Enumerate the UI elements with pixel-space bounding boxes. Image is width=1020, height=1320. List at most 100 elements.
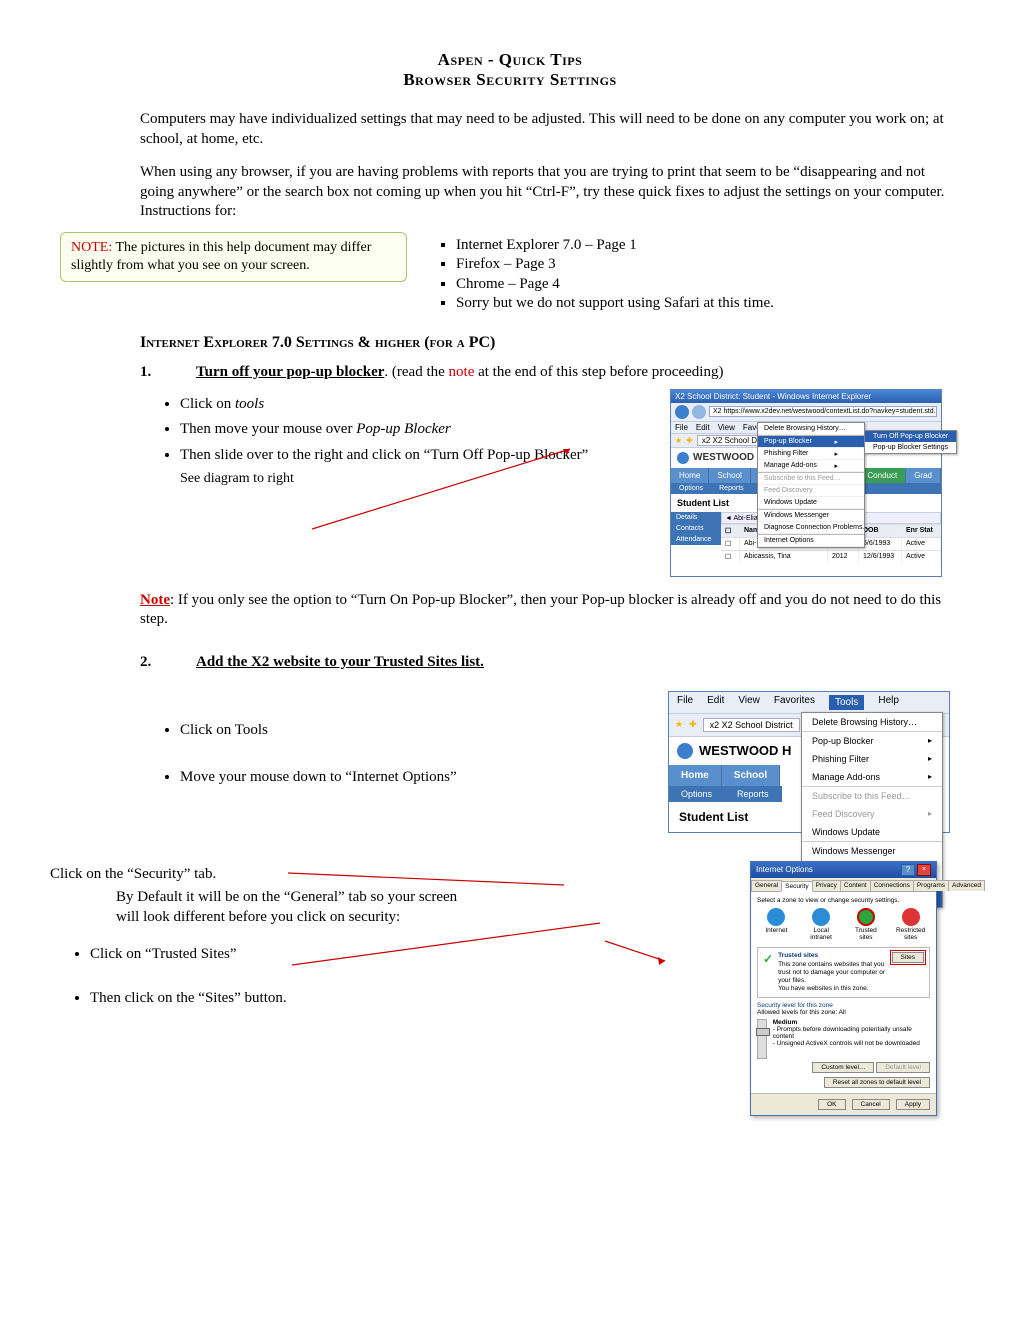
- nav-home[interactable]: Home: [669, 765, 722, 786]
- step-2-instructions: Click on Tools Move your mouse down to “…: [140, 691, 638, 794]
- internet-options-dialog: Internet Options ? × General Security Pr…: [750, 861, 937, 1117]
- step-2-bullet: Move your mouse down to “Internet Option…: [180, 768, 638, 788]
- menu-popup-blocker[interactable]: Pop-up Blocker ▸: [758, 435, 864, 448]
- forward-icon[interactable]: [692, 405, 706, 419]
- side-contacts[interactable]: Contacts: [671, 523, 721, 534]
- nav-grad[interactable]: Grad: [906, 468, 941, 483]
- apply-button[interactable]: Apply: [896, 1099, 930, 1110]
- nav-school[interactable]: School: [709, 468, 750, 483]
- address-bar[interactable]: X2 https://www.x2dev.net/westwood/contex…: [709, 406, 937, 417]
- close-icon[interactable]: ×: [917, 864, 931, 876]
- menu-messenger[interactable]: Windows Messenger: [802, 841, 942, 860]
- security-bullet: Click on “Trusted Sites”: [90, 945, 720, 965]
- col-enr: Enr Stat: [902, 525, 941, 537]
- custom-level-button[interactable]: Custom level…: [812, 1062, 874, 1073]
- dialog-tabs: General Security Privacy Content Connect…: [751, 878, 936, 892]
- back-icon[interactable]: [675, 405, 689, 419]
- subnav-reports[interactable]: Reports: [725, 786, 782, 802]
- tab-security[interactable]: Security: [781, 881, 812, 892]
- step-2-bullet: Click on Tools: [180, 721, 638, 741]
- menu-windows-update[interactable]: Windows Update: [802, 823, 942, 841]
- step-2-number: 2.: [140, 654, 160, 671]
- menu-edit[interactable]: Edit: [707, 695, 724, 710]
- subnav-options[interactable]: Options: [671, 483, 711, 494]
- level-medium: Medium: [773, 1019, 930, 1026]
- zone-local-intranet[interactable]: Local intranet: [804, 908, 838, 941]
- side-attendance[interactable]: Attendance: [671, 534, 721, 545]
- westwood-brand: WESTWOOD P: [693, 452, 764, 463]
- menu-tools[interactable]: Tools: [829, 695, 864, 710]
- security-tab-subtext: By Default it will be on the “General” t…: [116, 888, 476, 927]
- menu-delete-history[interactable]: Delete Browsing History…: [802, 713, 942, 731]
- cancel-button[interactable]: Cancel: [852, 1099, 890, 1110]
- menu-subscribe-feed: Subscribe to this Feed…: [758, 472, 864, 485]
- menu-manage-addons[interactable]: Manage Add-ons ▸: [758, 460, 864, 472]
- menu-internet-options[interactable]: Internet Options: [758, 534, 864, 547]
- menu-phishing-filter[interactable]: Phishing Filter▸: [802, 750, 942, 768]
- security-bullet: Then click on the “Sites” button.: [90, 989, 720, 1009]
- zone-restricted[interactable]: Restricted sites: [894, 908, 928, 941]
- menu-delete-history[interactable]: Delete Browsing History…: [758, 423, 864, 435]
- tab-programs[interactable]: Programs: [913, 880, 949, 891]
- menu-manage-addons[interactable]: Manage Add-ons▸: [802, 768, 942, 786]
- trusted-inzone: You have websites in this zone.: [778, 985, 886, 993]
- menu-messenger[interactable]: Windows Messenger: [758, 509, 864, 522]
- menu-phishing-filter[interactable]: Phishing Filter ▸: [758, 448, 864, 460]
- security-tab-header: Click on the “Security” tab.: [50, 865, 720, 885]
- menu-turn-off-popup[interactable]: Turn Off Pop-up Blocker: [865, 431, 956, 442]
- note-text: The pictures in this help document may d…: [71, 240, 371, 273]
- zone-select-text: Select a zone to view or change security…: [757, 897, 930, 904]
- trusted-check-icon: ✓: [763, 952, 773, 994]
- nav-school[interactable]: School: [722, 765, 780, 786]
- browser-list-item: Firefox – Page 3: [456, 255, 950, 275]
- menu-edit[interactable]: Edit: [696, 423, 710, 432]
- tab-content[interactable]: Content: [840, 880, 871, 891]
- zone-internet[interactable]: Internet: [759, 908, 793, 941]
- favorites-star-icon[interactable]: ★: [675, 719, 683, 730]
- menu-favorites[interactable]: Favorites: [774, 695, 815, 710]
- menu-diagnose[interactable]: Diagnose Connection Problems…: [758, 522, 864, 534]
- trusted-text: This zone contains websites that you tru…: [778, 961, 886, 985]
- security-slider[interactable]: [757, 1019, 767, 1059]
- ok-button[interactable]: OK: [818, 1099, 845, 1110]
- default-level-button: Default level: [876, 1062, 930, 1073]
- subnav-reports[interactable]: Reports: [711, 483, 752, 494]
- menu-file[interactable]: File: [675, 423, 688, 432]
- see-diagram-label: See diagram to right: [180, 471, 640, 487]
- step-1-instructions: Click on tools Then move your mouse over…: [140, 389, 640, 488]
- add-favorite-icon[interactable]: ✚: [686, 436, 693, 445]
- add-favorite-icon[interactable]: ✚: [689, 719, 697, 730]
- ie7-screenshot-2: File Edit View Favorites Tools Help ★ ✚ …: [668, 691, 950, 833]
- menu-view[interactable]: View: [718, 423, 735, 432]
- side-details[interactable]: Details: [671, 512, 721, 523]
- step-1-bullet: Then slide over to the right and click o…: [180, 446, 640, 466]
- favorites-star-icon[interactable]: ★: [675, 436, 682, 445]
- allowed-levels: Allowed levels for this zone: All: [757, 1009, 930, 1016]
- browser-list-item: Sorry but we do not support using Safari…: [456, 294, 950, 314]
- intro-p1: Computers may have individualized settin…: [140, 110, 950, 149]
- menu-file[interactable]: File: [677, 695, 693, 710]
- level-bullet1: - Prompts before downloading potentially…: [773, 1026, 930, 1040]
- table-row[interactable]: ☐ Abicassis, Tina 2012 12/6/1993 Active: [721, 550, 941, 563]
- note-label: NOTE:: [71, 240, 112, 255]
- tab-advanced[interactable]: Advanced: [948, 880, 985, 891]
- menu-windows-update[interactable]: Windows Update: [758, 497, 864, 509]
- nav-conduct[interactable]: Conduct: [859, 468, 906, 483]
- nav-home[interactable]: Home: [671, 468, 709, 483]
- sec-level-header: Security level for this zone: [757, 1002, 930, 1009]
- tab-label[interactable]: x2 X2 School District: [703, 718, 800, 732]
- menu-view[interactable]: View: [738, 695, 760, 710]
- zone-trusted-sites[interactable]: Trusted sites: [849, 908, 883, 941]
- subnav-options[interactable]: Options: [669, 786, 725, 802]
- browser-list-item: Internet Explorer 7.0 – Page 1: [456, 236, 950, 256]
- menu-popup-blocker[interactable]: Pop-up Blocker▸: [802, 731, 942, 750]
- sites-button[interactable]: Sites: [892, 952, 924, 963]
- help-icon[interactable]: ? ×: [901, 864, 931, 876]
- reset-zones-button[interactable]: Reset all zones to default level: [824, 1077, 930, 1088]
- menu-help[interactable]: Help: [878, 695, 899, 710]
- tab-privacy[interactable]: Privacy: [812, 880, 841, 891]
- tab-connections[interactable]: Connections: [870, 880, 914, 891]
- ie7-screenshot-1: X2 School District: Student - Windows In…: [670, 389, 942, 577]
- tab-general[interactable]: General: [751, 880, 782, 891]
- menu-popup-settings[interactable]: Pop-up Blocker Settings: [865, 442, 956, 453]
